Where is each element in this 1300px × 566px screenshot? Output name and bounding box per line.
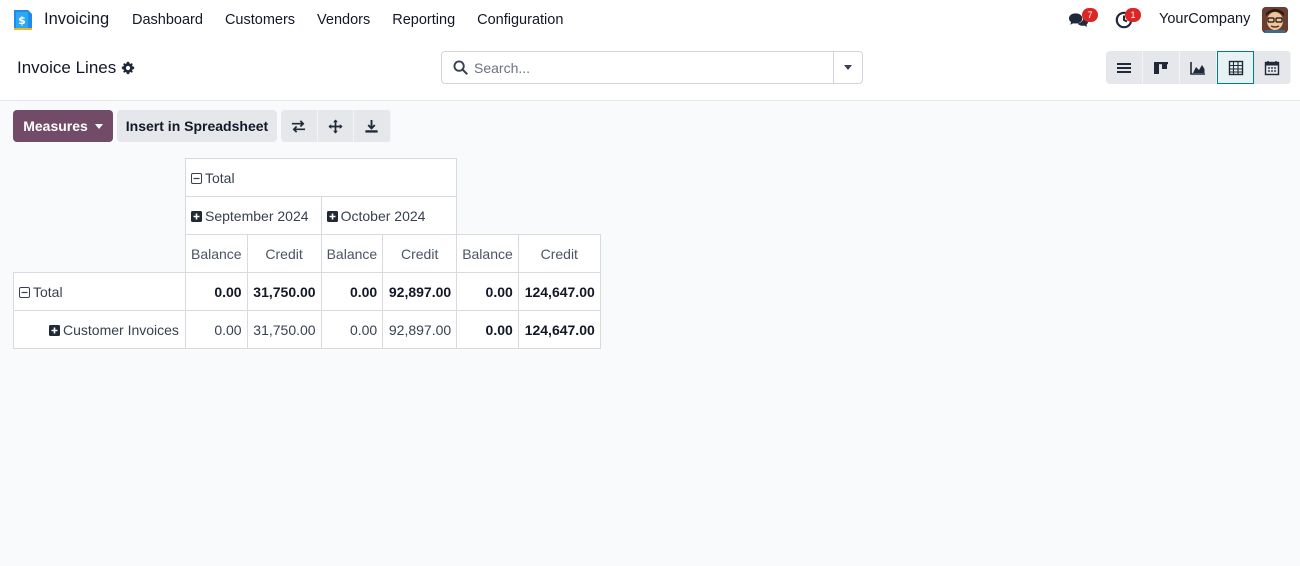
col-header-october-label: October 2024 — [340, 207, 426, 224]
expand-icon — [191, 210, 202, 222]
cell-value[interactable]: 0.00 — [185, 272, 248, 311]
download-icon — [365, 119, 378, 133]
user-avatar[interactable] — [1262, 7, 1288, 33]
menu-customers[interactable]: Customers — [214, 0, 306, 40]
view-list-button[interactable] — [1106, 51, 1143, 84]
search-options-toggle[interactable] — [833, 52, 862, 83]
expand-all-button[interactable] — [317, 110, 354, 142]
menu-dashboard[interactable]: Dashboard — [121, 0, 214, 40]
activities-badge: 1 — [1125, 8, 1141, 22]
app-name[interactable]: Invoicing — [44, 10, 109, 29]
insert-spreadsheet-button[interactable]: Insert in Spreadsheet — [117, 110, 277, 142]
row-header-customer-invoices-label: Customer Invoices — [63, 321, 179, 338]
menu-reporting[interactable]: Reporting — [381, 0, 466, 40]
table-row: Total 0.00 31,750.00 0.00 92,897.00 0.00… — [13, 272, 601, 311]
cell-value[interactable]: 0.00 — [320, 272, 384, 311]
measure-header-credit[interactable]: Credit — [382, 234, 458, 273]
search-input[interactable] — [474, 52, 832, 83]
svg-text:$: $ — [18, 14, 26, 27]
page-title: Invoice Lines — [17, 58, 117, 77]
main-menu: Dashboard Customers Vendors Reporting Co… — [121, 0, 574, 40]
col-header-total[interactable]: Total — [184, 158, 458, 197]
download-button[interactable] — [354, 110, 391, 142]
menu-vendors[interactable]: Vendors — [306, 0, 381, 40]
row-header-total[interactable]: Total — [13, 272, 186, 311]
col-header-total-label: Total — [205, 169, 235, 186]
table-icon — [1228, 60, 1243, 75]
invoicing-app-icon[interactable]: $ — [11, 8, 35, 32]
collapse-icon — [19, 286, 30, 298]
messages-badge: 7 — [1082, 8, 1098, 22]
pivot-actions — [281, 110, 391, 142]
cell-value[interactable]: 31,750.00 — [246, 310, 322, 349]
cell-value[interactable]: 0.00 — [456, 272, 519, 311]
chevron-down-icon — [94, 123, 103, 129]
calendar-icon — [1264, 60, 1280, 75]
swap-arrows-icon — [292, 119, 306, 133]
measure-header-balance[interactable]: Balance — [185, 234, 248, 273]
collapse-icon — [191, 172, 202, 184]
company-switcher[interactable]: YourCompany — [1159, 11, 1250, 27]
cell-value[interactable]: 0.00 — [185, 310, 248, 349]
control-panel: Invoice Lines — [0, 40, 1300, 101]
view-graph-button[interactable] — [1180, 51, 1217, 84]
cell-value[interactable]: 0.00 — [456, 310, 519, 349]
expand-icon — [326, 210, 338, 222]
view-calendar-button[interactable] — [1254, 51, 1291, 84]
cell-value[interactable]: 124,647.00 — [517, 310, 601, 349]
measure-header-balance[interactable]: Balance — [320, 234, 384, 273]
cell-value[interactable]: 92,897.00 — [382, 272, 458, 311]
cell-value[interactable]: 124,647.00 — [517, 272, 601, 311]
expand-icon — [49, 324, 60, 336]
chevron-down-icon — [844, 65, 852, 70]
view-switcher — [1106, 51, 1291, 84]
col-header-october[interactable]: October 2024 — [320, 196, 458, 235]
top-navbar: $ Invoicing Dashboard Customers Vendors … — [0, 0, 1300, 40]
measure-header-credit[interactable]: Credit — [517, 234, 601, 273]
col-header-september-label: September 2024 — [205, 207, 309, 224]
arrows-move-icon — [328, 118, 343, 134]
user-avatar-image — [1262, 7, 1288, 33]
measures-label: Measures — [23, 118, 88, 134]
cell-value[interactable]: 31,750.00 — [246, 272, 322, 311]
row-header-customer-invoices[interactable]: Customer Invoices — [13, 310, 186, 349]
cell-value[interactable]: 0.00 — [320, 310, 384, 349]
cell-value[interactable]: 92,897.00 — [382, 310, 458, 349]
kanban-icon — [1154, 61, 1168, 74]
row-header-total-label: Total — [33, 283, 63, 300]
table-row: Customer Invoices 0.00 31,750.00 0.00 92… — [13, 310, 601, 349]
search-icon — [453, 60, 468, 75]
measure-header-balance[interactable]: Balance — [456, 234, 519, 273]
messages-button[interactable]: 7 — [1068, 0, 1098, 40]
col-header-september[interactable]: September 2024 — [185, 196, 322, 235]
pivot-table: Total September 2024 October 2024 Balanc… — [13, 158, 601, 349]
menu-configuration[interactable]: Configuration — [466, 0, 574, 40]
measure-header-credit[interactable]: Credit — [246, 234, 322, 273]
flip-axis-button[interactable] — [281, 110, 318, 142]
area-chart-icon — [1190, 61, 1205, 75]
activities-button[interactable]: 1 — [1114, 0, 1144, 40]
measures-dropdown-button[interactable]: Measures — [13, 110, 113, 142]
view-kanban-button[interactable] — [1143, 51, 1180, 84]
list-icon — [1117, 62, 1131, 73]
search-bar — [441, 51, 863, 84]
gear-icon[interactable] — [121, 61, 135, 75]
page-title-group: Invoice Lines — [17, 58, 135, 78]
view-pivot-button[interactable] — [1217, 51, 1254, 84]
